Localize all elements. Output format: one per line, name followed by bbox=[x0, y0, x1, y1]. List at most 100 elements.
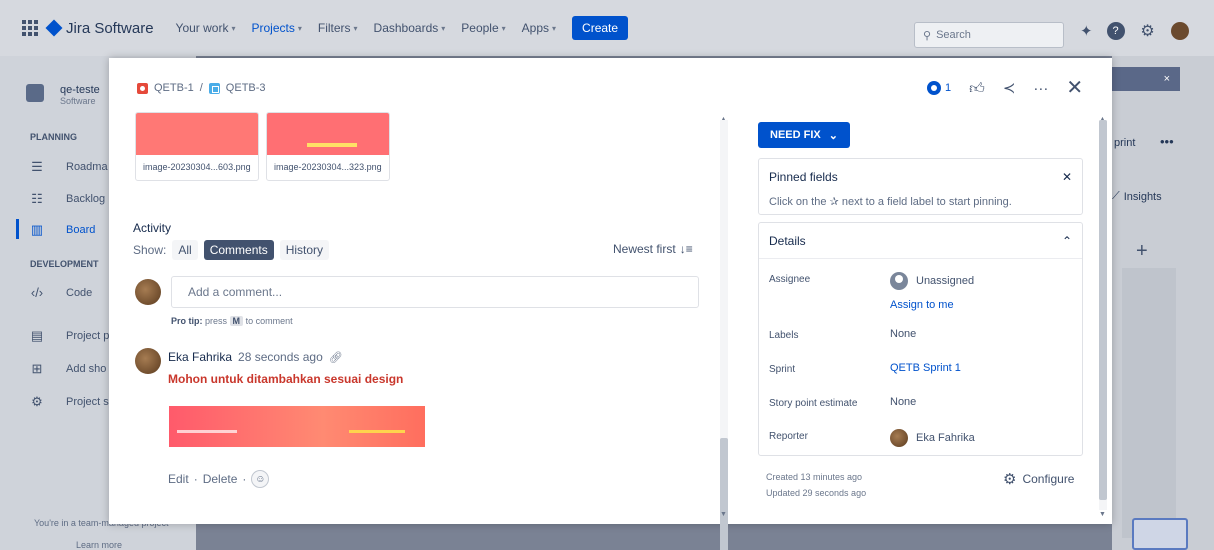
labels-field: Labels None bbox=[769, 328, 917, 341]
sidebar-item-add-shortcut[interactable]: ⊞ Add sho bbox=[30, 361, 107, 377]
eye-icon bbox=[927, 81, 941, 95]
nav-your-work[interactable]: Your work ▾ bbox=[176, 21, 236, 35]
complete-sprint-button[interactable]: print bbox=[1114, 137, 1135, 149]
parent-issue-link[interactable]: QETB-1 bbox=[154, 82, 194, 94]
create-button[interactable]: Create bbox=[572, 16, 629, 40]
nav-filters[interactable]: Filters ▾ bbox=[318, 21, 358, 35]
attachment-image bbox=[267, 113, 389, 155]
jira-logo[interactable]: Jira Software bbox=[45, 19, 154, 37]
add-column-icon[interactable]: + bbox=[1136, 240, 1148, 263]
share-icon[interactable]: ≺ bbox=[1003, 81, 1016, 96]
assign-to-me-link[interactable]: Assign to me bbox=[890, 299, 954, 311]
modal-actions: 1 👍︎ ≺ ··· ✕ bbox=[927, 78, 1083, 98]
close-icon[interactable]: ✕ bbox=[1062, 170, 1072, 184]
comment-actions: Edit · Delete · ☺ bbox=[168, 470, 270, 488]
details-title: Details bbox=[769, 233, 806, 248]
roadmap-icon: ☰ bbox=[31, 159, 43, 174]
sidebar-item-project-pages[interactable]: ▤ Project p bbox=[30, 328, 110, 344]
story-point-field: Story point estimate None bbox=[769, 396, 917, 409]
top-right-icons: ✦ ? ⚙ bbox=[1080, 22, 1189, 40]
show-label: Show: bbox=[133, 243, 167, 257]
sort-icon: ↓≡ bbox=[679, 242, 693, 256]
comment-author-avatar[interactable] bbox=[135, 348, 161, 374]
development-section-label: DEVELOPMENT bbox=[30, 259, 99, 269]
details-header[interactable]: Details ⌃ bbox=[759, 223, 1082, 259]
status-dropdown[interactable]: NEED FIX ⌄ bbox=[758, 122, 850, 148]
filter-comments[interactable]: Comments bbox=[203, 240, 274, 260]
close-icon[interactable]: ✕ bbox=[1066, 78, 1083, 98]
active-indicator bbox=[16, 219, 19, 239]
project-header[interactable]: qe-teste Software bbox=[26, 84, 100, 106]
pin-icon: ✰ bbox=[829, 196, 839, 208]
left-pane-scrollbar[interactable]: ▲ ▼ bbox=[718, 108, 728, 550]
attachment-thumbnail[interactable]: image-20230304...323.png bbox=[266, 112, 390, 181]
sidebar-item-roadmap[interactable]: ☰ Roadma bbox=[30, 159, 107, 175]
comment-image[interactable] bbox=[169, 406, 425, 447]
thumbs-up-icon[interactable]: 👍︎ bbox=[969, 81, 985, 96]
scroll-down-icon[interactable]: ▼ bbox=[1099, 511, 1106, 518]
scroll-down-icon[interactable]: ▼ bbox=[720, 511, 727, 518]
issue-modal: QETB-1 / QETB-3 1 👍︎ ≺ ··· ✕ image-20230… bbox=[109, 58, 1112, 550]
assignee-value[interactable]: Unassigned bbox=[890, 272, 974, 290]
search-input[interactable]: ⚲ Search bbox=[914, 22, 1064, 48]
chevron-down-icon: ⌄ bbox=[828, 129, 838, 142]
right-pane-scrollbar[interactable]: ▲ ▼ bbox=[1099, 108, 1109, 520]
assignee-field: Assignee Unassigned bbox=[769, 272, 974, 290]
board-tile[interactable] bbox=[1132, 518, 1188, 550]
sprint-value[interactable]: QETB Sprint 1 bbox=[890, 362, 961, 374]
learn-more-link[interactable]: Learn more bbox=[76, 540, 122, 550]
settings-gear-icon[interactable]: ⚙ bbox=[1139, 22, 1157, 40]
subtask-icon bbox=[208, 82, 220, 94]
more-actions-icon[interactable]: ··· bbox=[1033, 81, 1048, 96]
attachment-thumbnail[interactable]: image-20230304...603.png bbox=[135, 112, 259, 181]
labels-value[interactable]: None bbox=[890, 328, 916, 340]
nav-apps[interactable]: Apps ▾ bbox=[522, 21, 556, 35]
comment-author[interactable]: Eka Fahrika bbox=[168, 350, 232, 364]
comment-input[interactable]: Add a comment... bbox=[171, 276, 699, 308]
shortcut-key: M bbox=[229, 316, 244, 326]
comment-placeholder: Add a comment... bbox=[188, 285, 283, 299]
link-icon[interactable]: 🔗︎ bbox=[329, 351, 343, 364]
nav-people[interactable]: People ▾ bbox=[461, 21, 505, 35]
settings-icon: ⚙ bbox=[31, 394, 43, 409]
app-name: Jira Software bbox=[66, 19, 154, 37]
filter-all[interactable]: All bbox=[172, 240, 198, 260]
sort-order-button[interactable]: Newest first ↓≡ bbox=[613, 242, 693, 256]
watch-button[interactable]: 1 bbox=[927, 81, 951, 95]
created-time: Created 13 minutes ago bbox=[766, 472, 863, 482]
edit-comment-button[interactable]: Edit bbox=[168, 472, 189, 486]
story-point-value[interactable]: None bbox=[890, 396, 916, 408]
code-icon: ‹/› bbox=[30, 285, 44, 300]
add-reaction-icon[interactable]: ☺ bbox=[251, 470, 270, 488]
scroll-thumb[interactable] bbox=[720, 438, 728, 550]
activity-filter: Show: All Comments History bbox=[133, 240, 330, 260]
profile-avatar[interactable] bbox=[1170, 22, 1189, 40]
board-more-button[interactable]: ••• bbox=[1160, 134, 1174, 149]
insights-button[interactable]: ⟋ Insights bbox=[1112, 190, 1162, 203]
help-icon[interactable]: ? bbox=[1106, 22, 1125, 40]
comment-time[interactable]: 28 seconds ago bbox=[238, 350, 323, 364]
sidebar-item-backlog[interactable]: ☷ Backlog bbox=[30, 191, 105, 207]
pinned-fields-title: Pinned fields bbox=[769, 170, 838, 184]
scroll-thumb[interactable] bbox=[1099, 120, 1107, 500]
banner-close-button[interactable]: × bbox=[1112, 67, 1180, 91]
sidebar-item-board[interactable]: ▥ Board bbox=[30, 222, 96, 238]
reporter-value[interactable]: Eka Fahrika bbox=[890, 429, 975, 447]
app-switcher-icon[interactable] bbox=[22, 20, 38, 36]
bug-icon bbox=[137, 82, 148, 94]
chevron-up-icon: ⌃ bbox=[1061, 233, 1072, 248]
chevron-down-icon: ▾ bbox=[441, 23, 446, 33]
reporter-field: Reporter Eka Fahrika bbox=[769, 429, 975, 447]
backlog-icon: ☷ bbox=[31, 191, 43, 206]
notifications-icon[interactable]: ✦ bbox=[1080, 24, 1093, 39]
attachment-name: image-20230304...323.png bbox=[274, 162, 382, 172]
sidebar-item-project-settings[interactable]: ⚙ Project s bbox=[30, 394, 109, 410]
nav-dashboards[interactable]: Dashboards ▾ bbox=[374, 21, 446, 35]
sidebar-item-code[interactable]: ‹/› Code bbox=[30, 285, 92, 300]
nav-projects[interactable]: Projects ▾ bbox=[251, 21, 301, 35]
delete-comment-button[interactable]: Delete bbox=[203, 472, 238, 486]
issue-key-link[interactable]: QETB-3 bbox=[226, 82, 266, 94]
filter-history[interactable]: History bbox=[279, 240, 330, 260]
sprint-field: Sprint QETB Sprint 1 bbox=[769, 362, 961, 375]
configure-button[interactable]: ⚙ Configure bbox=[1003, 470, 1074, 488]
